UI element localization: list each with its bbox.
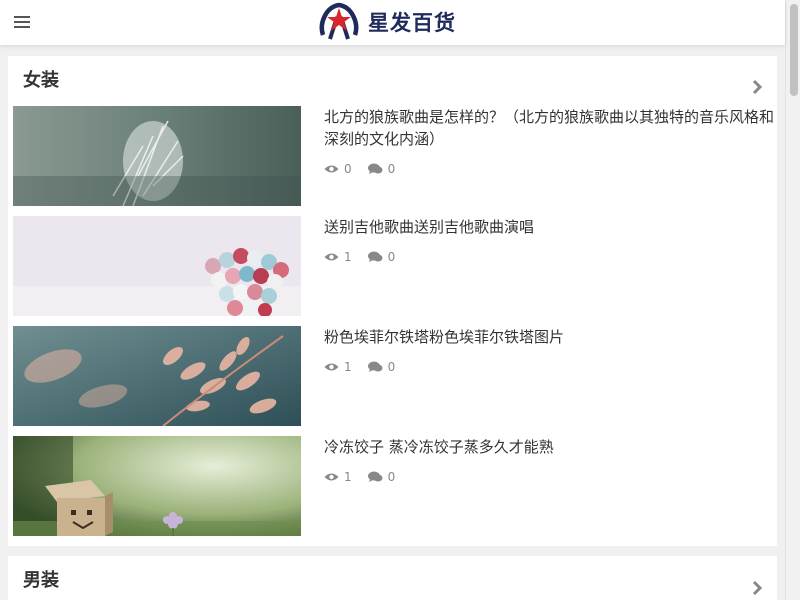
section-title: 男装: [23, 570, 59, 591]
scrollbar-thumb[interactable]: [790, 4, 798, 96]
chevron-right-icon[interactable]: [751, 79, 763, 95]
article-thumbnail[interactable]: [13, 106, 301, 206]
article-title[interactable]: 冷冻饺子 蒸冷冻饺子蒸多久才能熟: [324, 436, 774, 458]
comment-count: 0: [387, 162, 396, 176]
view-count: 1: [344, 470, 352, 484]
logo[interactable]: 星发百货: [314, 2, 456, 42]
comment-count: 0: [387, 470, 396, 484]
article-meta: 1 0: [324, 250, 411, 264]
menu-icon[interactable]: [14, 13, 30, 31]
section-title: 女装: [23, 70, 59, 91]
article-meta: 1 0: [324, 470, 411, 484]
top-header: 星发百货: [0, 0, 785, 45]
scrollbar[interactable]: [785, 0, 800, 600]
article-meta: 0 0: [324, 162, 411, 176]
list-item[interactable]: 送别吉他歌曲送别吉他歌曲演唱 1 0: [13, 216, 773, 316]
eye-icon: [324, 252, 339, 262]
article-title[interactable]: 粉色埃菲尔铁塔粉色埃菲尔铁塔图片: [324, 326, 774, 348]
logo-star-icon: [319, 2, 359, 40]
eye-icon: [324, 362, 339, 372]
article-thumbnail[interactable]: [13, 216, 301, 316]
article-title[interactable]: 北方的狼族歌曲是怎样的？（北方的狼族歌曲以其独特的音乐风格和深刻的文化内涵）: [324, 106, 774, 150]
chevron-right-icon[interactable]: [751, 580, 763, 596]
comment-count: 0: [387, 360, 396, 374]
comment-icon: [367, 471, 383, 483]
article-thumbnail[interactable]: [13, 436, 301, 536]
eye-icon: [324, 164, 339, 174]
comment-count: 0: [387, 250, 396, 264]
page: 星发百货 女装 北方的狼族歌曲是怎样的？（北方的狼族歌曲以其独特的音乐风格和深刻…: [0, 0, 800, 600]
view-count: 0: [344, 162, 352, 176]
article-thumbnail[interactable]: [13, 326, 301, 426]
article-title[interactable]: 送别吉他歌曲送别吉他歌曲演唱: [324, 216, 774, 238]
comment-icon: [367, 251, 383, 263]
eye-icon: [324, 472, 339, 482]
article-meta: 1 0: [324, 360, 411, 374]
list-item[interactable]: 粉色埃菲尔铁塔粉色埃菲尔铁塔图片 1 0: [13, 326, 773, 426]
comment-icon: [367, 361, 383, 373]
view-count: 1: [344, 250, 352, 264]
brand-name: 星发百货: [368, 10, 456, 35]
view-count: 1: [344, 360, 352, 374]
list-item[interactable]: 北方的狼族歌曲是怎样的？（北方的狼族歌曲以其独特的音乐风格和深刻的文化内涵） 0…: [13, 106, 774, 206]
list-item[interactable]: 冷冻饺子 蒸冷冻饺子蒸多久才能熟 1 0: [13, 436, 773, 536]
category-section-men: 男装: [8, 556, 777, 600]
category-section-women: 女装 北方的狼族歌曲是怎样的？（北方的狼族歌曲以其独特的音乐风格和深刻的文化内涵…: [8, 56, 777, 546]
comment-icon: [367, 163, 383, 175]
